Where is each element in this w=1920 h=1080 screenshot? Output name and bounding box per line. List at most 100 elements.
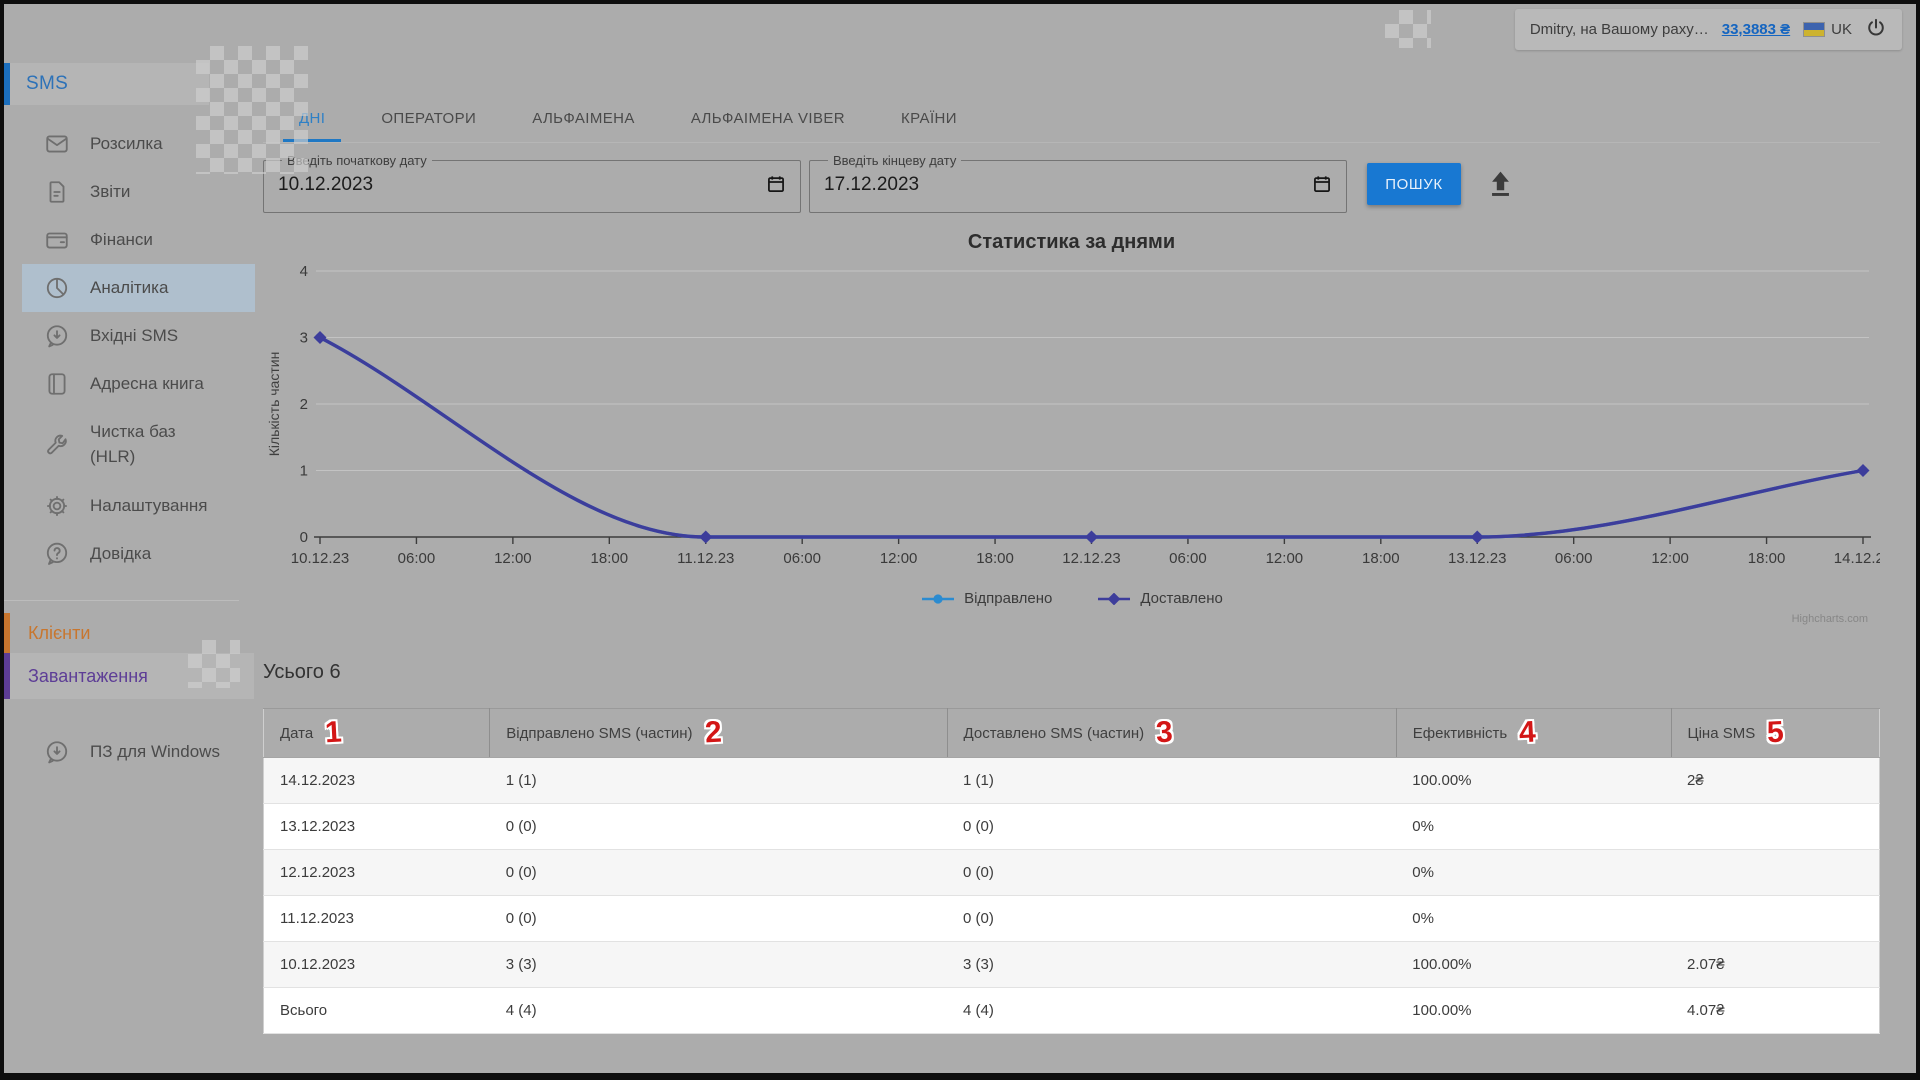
svg-text:11.12.23: 11.12.23 bbox=[677, 550, 734, 567]
column-header-label: Ціна SMS bbox=[1688, 725, 1756, 742]
svg-text:06:00: 06:00 bbox=[398, 550, 436, 567]
wrench-icon bbox=[44, 432, 70, 458]
language-code: UK bbox=[1831, 21, 1852, 38]
address-book-icon bbox=[44, 371, 70, 397]
svg-text:12:00: 12:00 bbox=[494, 550, 532, 567]
table-row: Всього4 (4)4 (4)100.00%4.07₴ bbox=[264, 988, 1880, 1034]
logout-button[interactable] bbox=[1865, 17, 1887, 42]
end-date-value: 17.12.2023 bbox=[824, 174, 919, 196]
sidebar-item-label: Звіти bbox=[90, 180, 130, 205]
sidebar-item-label: Налаштування bbox=[90, 494, 208, 519]
language-selector[interactable]: UK bbox=[1803, 21, 1852, 38]
legend-marker-icon bbox=[1096, 593, 1132, 605]
svg-text:0: 0 bbox=[300, 529, 308, 546]
legend-item-Відправлено[interactable]: Відправлено bbox=[920, 590, 1052, 607]
sidebar-item-pz-dlia-windows[interactable]: ПЗ для Windows bbox=[22, 715, 254, 789]
sidebar-item-rozsylka[interactable]: Розсилка bbox=[22, 120, 254, 168]
sidebar-item-vhidni-sms[interactable]: Вхідні SMS bbox=[22, 312, 254, 360]
table-cell: 0 (0) bbox=[490, 804, 947, 850]
line-chart-canvas: 01234Кількість частин10.12.2306:0012:001… bbox=[263, 227, 1880, 627]
tab-dni[interactable]: ДНІ bbox=[283, 95, 341, 142]
sidebar-section-sms[interactable]: SMS bbox=[4, 63, 209, 105]
column-header-1: Дата 1 bbox=[264, 709, 490, 758]
svg-text:18:00: 18:00 bbox=[591, 550, 629, 567]
sidebar-item-dovidka[interactable]: Довідка bbox=[22, 530, 254, 578]
svg-text:18:00: 18:00 bbox=[1362, 550, 1400, 567]
table-row: 10.12.20233 (3)3 (3)100.00%2.07₴ bbox=[264, 942, 1880, 988]
tab-operatory[interactable]: ОПЕРАТОРИ bbox=[365, 95, 492, 142]
table-cell: 1 (1) bbox=[490, 758, 947, 804]
column-header-label: Ефективність bbox=[1413, 725, 1507, 742]
svg-text:18:00: 18:00 bbox=[1748, 550, 1786, 567]
svg-text:12:00: 12:00 bbox=[880, 550, 918, 567]
table-cell: Всього bbox=[264, 988, 490, 1034]
start-date-calendar-button[interactable] bbox=[766, 174, 786, 197]
table-cell: 100.00% bbox=[1396, 942, 1671, 988]
column-header-2: Відправлено SMS (частин) 2 bbox=[490, 709, 947, 758]
table-cell: 0 (0) bbox=[947, 850, 1396, 896]
svg-text:2: 2 bbox=[300, 396, 308, 413]
column-header-label: Доставлено SMS (частин) bbox=[964, 725, 1145, 742]
envelope-icon bbox=[44, 131, 70, 157]
export-button[interactable] bbox=[1487, 169, 1514, 202]
pie-chart-icon bbox=[44, 275, 70, 301]
start-date-value: 10.12.2023 bbox=[278, 174, 373, 196]
sidebar-item-label: ПЗ для Windows bbox=[90, 740, 220, 765]
tab-alfaimena-viber[interactable]: АЛЬФАІМЕНА VIBER bbox=[675, 95, 861, 142]
end-date-calendar-button[interactable] bbox=[1312, 174, 1332, 197]
calendar-icon bbox=[1312, 174, 1332, 197]
start-date-label: Введіть початкову дату bbox=[282, 153, 432, 168]
sidebar-item-finansy[interactable]: Фінанси bbox=[22, 216, 254, 264]
svg-text:06:00: 06:00 bbox=[1169, 550, 1207, 567]
sidebar-item-zvity[interactable]: Звіти bbox=[22, 168, 254, 216]
user-account-box: Dmitry, на Вашому раху… 33,3883 ₴ UK bbox=[1515, 9, 1902, 50]
annotation-number-2: 2 bbox=[704, 718, 722, 749]
gear-icon bbox=[44, 493, 70, 519]
sidebar-section-sms-label: SMS bbox=[26, 73, 68, 95]
table-cell: 1 (1) bbox=[947, 758, 1396, 804]
statistics-chart: Статистика за днями 01234Кількість части… bbox=[263, 227, 1880, 627]
sidebar-section-clients-label: Клієнти bbox=[28, 623, 90, 644]
balance-link[interactable]: 33,3883 ₴ bbox=[1722, 21, 1790, 38]
table-row: 13.12.20230 (0)0 (0)0% bbox=[264, 804, 1880, 850]
table-cell: 4 (4) bbox=[947, 988, 1396, 1034]
column-header-label: Дата bbox=[280, 725, 313, 742]
end-date-input[interactable]: Введіть кінцеву дату 17.12.2023 bbox=[809, 153, 1347, 213]
highcharts-credit: Highcharts.com bbox=[1792, 613, 1868, 625]
table-cell: 0% bbox=[1396, 896, 1671, 942]
sidebar-item-label: Вхідні SMS bbox=[90, 324, 178, 349]
sidebar-item-nalashtuvannia[interactable]: Налаштування bbox=[22, 482, 254, 530]
table-cell: 2.07₴ bbox=[1671, 942, 1880, 988]
table-cell: 0 (0) bbox=[490, 896, 947, 942]
legend-item-Доставлено[interactable]: Доставлено bbox=[1096, 590, 1223, 607]
legend-label: Доставлено bbox=[1140, 590, 1223, 607]
upload-icon bbox=[1487, 187, 1514, 202]
tab-alfaimena[interactable]: АЛЬФАІМЕНА bbox=[516, 95, 651, 142]
table-cell: 3 (3) bbox=[490, 942, 947, 988]
svg-text:18:00: 18:00 bbox=[976, 550, 1014, 567]
sidebar-item-label: Розсилка bbox=[90, 132, 163, 157]
start-date-input[interactable]: Введіть початкову дату 10.12.2023 bbox=[263, 153, 801, 213]
sidebar-item-analityka[interactable]: Аналітика bbox=[22, 264, 255, 312]
sidebar-bottom-nav: ПЗ для Windows bbox=[4, 715, 254, 789]
table-row: 11.12.20230 (0)0 (0)0% bbox=[264, 896, 1880, 942]
sidebar: SMS Розсилка Звіти Фінанси Аналітика Вхі… bbox=[4, 57, 254, 1073]
sidebar-section-clients[interactable]: Клієнти bbox=[4, 613, 254, 653]
table-cell: 11.12.2023 bbox=[264, 896, 490, 942]
annotation-number-1: 1 bbox=[324, 718, 342, 749]
sidebar-section-downloads[interactable]: Завантаження bbox=[4, 653, 254, 699]
table-cell: 100.00% bbox=[1396, 988, 1671, 1034]
search-button[interactable]: ПОШУК bbox=[1367, 163, 1461, 205]
table-cell: 2₴ bbox=[1671, 758, 1880, 804]
table-cell: 12.12.2023 bbox=[264, 850, 490, 896]
report-icon bbox=[44, 179, 70, 205]
table-cell: 13.12.2023 bbox=[264, 804, 490, 850]
sidebar-item-adresna-knyha[interactable]: Адресна книга bbox=[22, 360, 254, 408]
table-cell: 0% bbox=[1396, 850, 1671, 896]
tab-krainy[interactable]: КРАЇНИ bbox=[885, 95, 973, 142]
sidebar-section-downloads-label: Завантаження bbox=[28, 666, 148, 687]
sidebar-item-label: Чистка баз (HLR) bbox=[90, 420, 222, 469]
column-header-5: Ціна SMS 5 bbox=[1671, 709, 1880, 758]
table-cell: 14.12.2023 bbox=[264, 758, 490, 804]
sidebar-item-chystka-baz-hlr[interactable]: Чистка баз (HLR) bbox=[22, 408, 254, 482]
